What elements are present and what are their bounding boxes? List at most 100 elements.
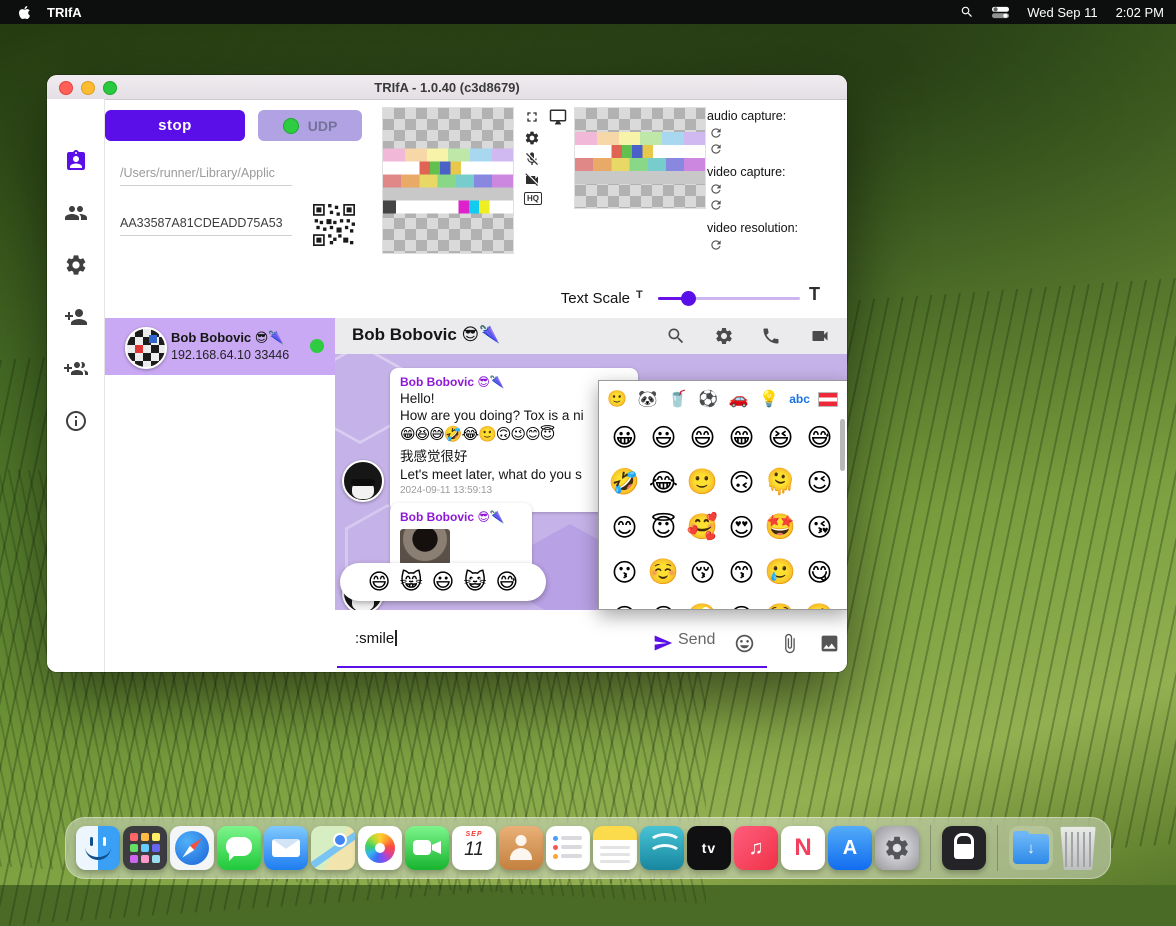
emoji-category-activities[interactable]: ⚽ — [696, 389, 720, 409]
sidebar-friends-icon[interactable] — [64, 201, 88, 225]
emoji-cell[interactable]: 😘 — [806, 513, 832, 543]
emoji-cell[interactable]: 😁 — [728, 423, 754, 453]
dock-calendar-icon[interactable]: SEP 11 — [452, 826, 496, 870]
minimize-button[interactable] — [81, 81, 95, 95]
emoji-category-travel[interactable]: 🚗 — [727, 389, 751, 409]
emoji-cell[interactable]: 😗 — [611, 558, 637, 588]
emoji-suggestion[interactable]: 😃 — [432, 569, 455, 595]
emoji-suggestion[interactable]: 😸 — [400, 569, 423, 595]
fullscreen-icon[interactable] — [524, 109, 540, 125]
emoji-cell[interactable]: 🤪 — [687, 603, 718, 609]
dock-maps-icon[interactable] — [311, 826, 355, 870]
dock-safari-icon[interactable] — [170, 826, 214, 870]
emoji-cell[interactable]: 😚 — [689, 558, 715, 588]
dock-music-icon[interactable]: ♫ — [734, 826, 778, 870]
text-scale-slider-thumb[interactable] — [681, 291, 696, 306]
emoji-suggestion[interactable]: 😺 — [463, 569, 486, 595]
audio-refresh-icon-1[interactable] — [709, 126, 723, 140]
menubar-date[interactable]: Wed Sep 11 — [1027, 5, 1097, 20]
emoji-cell[interactable]: 🙂 — [687, 468, 718, 497]
sidebar-profile-card-icon[interactable] — [64, 149, 88, 173]
audio-call-icon[interactable] — [761, 326, 781, 346]
emoji-cell[interactable]: 🥲 — [765, 558, 796, 587]
emoji-picker-scrollbar[interactable] — [840, 419, 845, 471]
audio-refresh-icon-2[interactable] — [709, 142, 723, 156]
dock-facetime-icon[interactable] — [405, 826, 449, 870]
send-icon[interactable] — [653, 633, 673, 653]
control-center-icon[interactable] — [992, 6, 1010, 19]
emoji-suggestion[interactable]: 😄 — [368, 569, 391, 595]
zoom-button[interactable] — [103, 81, 117, 95]
menubar-clock[interactable]: 2:02 PM — [1116, 5, 1164, 20]
dock-app-store-icon[interactable]: A — [828, 826, 872, 870]
dock-apple-tv-icon[interactable]: tv — [687, 826, 731, 870]
dock-wave-app-icon[interactable] — [640, 826, 684, 870]
emoji-cell[interactable]: 🫠 — [765, 468, 796, 497]
emoji-cell[interactable]: 😄 — [689, 423, 715, 453]
dock-reminders-icon[interactable] — [546, 826, 590, 870]
dock-notes-icon[interactable] — [593, 826, 637, 870]
dock-settings-icon[interactable] — [875, 826, 919, 870]
emoji-cell[interactable]: 😂 — [649, 468, 678, 498]
emoji-cell[interactable]: 😆 — [767, 423, 793, 453]
emoji-cell[interactable]: 😀 — [611, 423, 637, 453]
menubar-app-name[interactable]: TRIfA — [47, 5, 82, 20]
video-call-icon[interactable] — [810, 326, 830, 346]
sidebar-add-group-icon[interactable] — [64, 357, 88, 381]
emoji-cell[interactable]: 😅 — [806, 423, 832, 453]
tox-id-field[interactable]: AA33587A81CDEADD75A53 — [120, 211, 292, 236]
attach-file-icon[interactable] — [779, 633, 800, 654]
camera-off-icon[interactable] — [524, 172, 540, 188]
video-refresh-icon-1[interactable] — [709, 182, 723, 196]
emoji-cell[interactable]: 😉 — [806, 468, 832, 498]
emoji-cell[interactable]: 😊 — [611, 513, 637, 543]
dock-news-icon[interactable]: N — [781, 826, 825, 870]
emoji-category-food[interactable]: 🥤 — [666, 389, 690, 409]
display-icon[interactable] — [549, 108, 567, 126]
udp-toggle-button[interactable]: UDP — [258, 110, 362, 141]
emoji-cell[interactable]: 🤩 — [765, 513, 796, 542]
attach-image-icon[interactable] — [819, 633, 840, 654]
emoji-category-symbols[interactable]: abc — [788, 392, 812, 406]
dock-messages-icon[interactable] — [217, 826, 261, 870]
window-titlebar[interactable]: TRIfA - 1.0.40 (c3d8679) — [47, 75, 847, 100]
emoji-category-animals[interactable]: 🐼 — [635, 389, 659, 409]
app-path-field[interactable]: /Users/runner/Library/Applic — [120, 161, 292, 186]
contact-row-bob[interactable]: Bob Bobovic 😎🌂 192.168.64.10 33446 — [105, 318, 335, 375]
emoji-cell[interactable]: 😍 — [728, 513, 754, 543]
emoji-category-objects[interactable]: 💡 — [757, 389, 781, 409]
sidebar-add-friend-icon[interactable] — [64, 305, 88, 329]
dock-photos-icon[interactable] — [358, 826, 402, 870]
emoji-suggestion[interactable]: 😅 — [495, 569, 518, 595]
emoji-cell[interactable]: 🤑 — [765, 603, 796, 609]
emoji-category-smileys[interactable]: 🙂 — [605, 389, 629, 409]
message-input[interactable]: :smile — [355, 630, 397, 647]
video-settings-gear-icon[interactable] — [524, 130, 540, 146]
dock-contacts-icon[interactable] — [499, 826, 543, 870]
emoji-cell[interactable]: 😃 — [650, 423, 676, 453]
sidebar-info-icon[interactable] — [64, 409, 88, 433]
video-refresh-icon-2[interactable] — [709, 198, 723, 212]
apple-menu-icon[interactable] — [18, 5, 31, 20]
mic-muted-icon[interactable] — [524, 151, 540, 167]
dock-downloads-icon[interactable]: ↓ — [1009, 826, 1053, 870]
hq-quality-badge[interactable]: HQ — [524, 192, 542, 205]
stop-button[interactable]: stop — [105, 110, 245, 141]
send-button[interactable]: Send — [678, 631, 715, 649]
dock-lock-app-icon[interactable] — [942, 826, 986, 870]
emoji-cell[interactable]: 😝 — [728, 603, 754, 610]
sidebar-settings-gear-icon[interactable] — [64, 253, 88, 277]
resolution-refresh-icon[interactable] — [709, 238, 723, 252]
emoji-cell[interactable]: 😇 — [650, 513, 676, 543]
emoji-cell[interactable]: 🤗 — [804, 603, 835, 609]
message-photo-attachment[interactable] — [400, 529, 450, 565]
dock-mail-icon[interactable] — [264, 826, 308, 870]
close-button[interactable] — [59, 81, 73, 95]
emoji-cell[interactable]: 😋 — [806, 558, 832, 588]
dock-launchpad-icon[interactable] — [123, 826, 167, 870]
dock-trash-icon[interactable] — [1060, 826, 1096, 870]
dock-finder-icon[interactable] — [76, 826, 120, 870]
emoji-picker-toggle-icon[interactable] — [734, 633, 755, 654]
emoji-cell[interactable]: 🥰 — [687, 513, 718, 542]
emoji-category-flags-icon[interactable] — [817, 391, 838, 407]
